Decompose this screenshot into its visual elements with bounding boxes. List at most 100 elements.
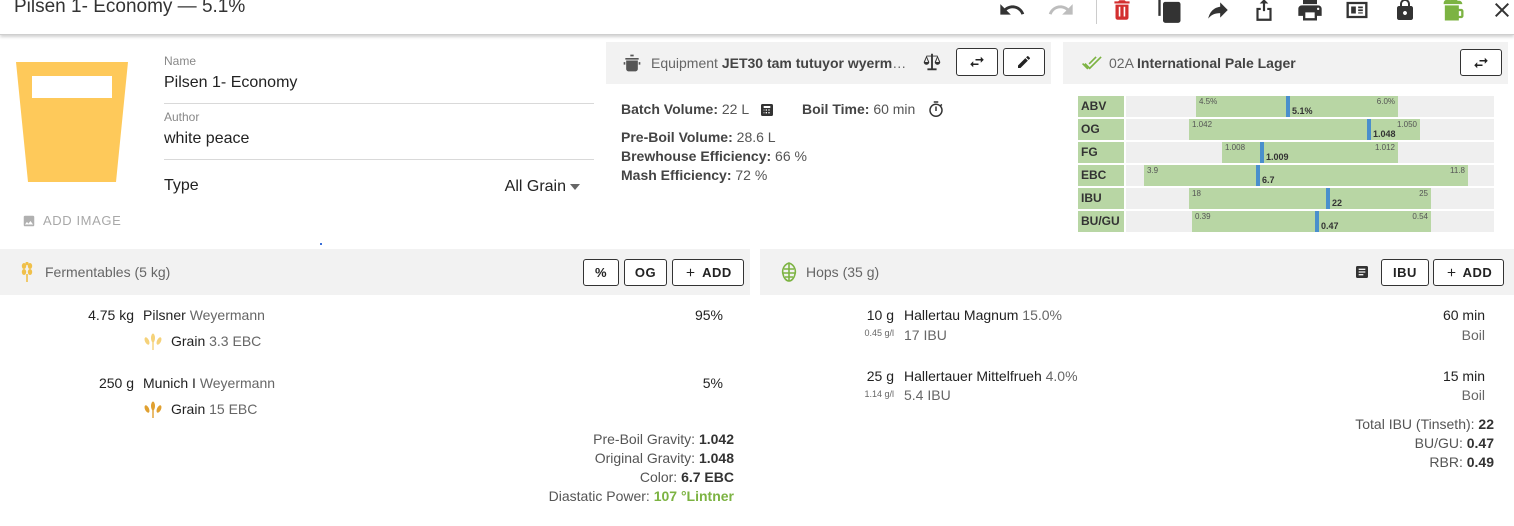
boil-time-value[interactable]: 60 min bbox=[873, 101, 915, 117]
style-stat-range bbox=[1222, 142, 1398, 163]
swap-style-button[interactable] bbox=[1460, 49, 1502, 76]
swap-icon bbox=[1474, 57, 1488, 68]
style-stat-row: OG 1.042 1.050 1.048 bbox=[1078, 119, 1494, 140]
hop-name[interactable]: Hallertauer Mittelfrueh 4.0% bbox=[904, 368, 1078, 384]
hop-time[interactable]: 60 min bbox=[1400, 307, 1485, 323]
style-stat-name: BU/GU bbox=[1078, 211, 1124, 232]
fermentable-amount[interactable]: 250 g bbox=[40, 375, 134, 391]
style-stat-max: 1.050 bbox=[1396, 120, 1417, 129]
pencil-icon bbox=[1018, 55, 1031, 68]
hop-ibu: 17 IBU bbox=[904, 327, 947, 343]
og-button[interactable]: OG bbox=[624, 259, 667, 286]
mash-efficiency-value[interactable]: 72 % bbox=[735, 167, 767, 183]
percent-button[interactable]: % bbox=[583, 259, 619, 286]
style-stat-name: FG bbox=[1078, 142, 1124, 163]
scale-icon[interactable] bbox=[920, 51, 944, 73]
pre-boil-gravity-value: 1.042 bbox=[698, 431, 734, 447]
edit-equipment-button[interactable] bbox=[1003, 48, 1045, 76]
hop-rate: 0.45 g/l bbox=[864, 328, 894, 338]
focus-dot bbox=[320, 243, 322, 245]
pre-boil-volume-label: Pre-Boil Volume: bbox=[621, 129, 733, 145]
share-icon[interactable] bbox=[1202, 0, 1234, 26]
brewhouse-efficiency-value[interactable]: 66 % bbox=[775, 148, 807, 164]
hop-alpha: 15.0% bbox=[1022, 307, 1062, 323]
add-fermentable-label: ADD bbox=[702, 265, 732, 280]
swap-equipment-button[interactable] bbox=[956, 48, 998, 76]
hop-amount[interactable]: 25 g bbox=[810, 368, 894, 384]
style-stat-row: ABV 4.5% 6.0% 5.1% bbox=[1078, 96, 1494, 117]
equipment-value: JET30 tam tutuyor wyermann bbox=[721, 55, 913, 71]
batch-volume: Batch Volume: 22 L bbox=[621, 101, 749, 117]
fermentable-amount[interactable]: 4.75 kg bbox=[40, 307, 134, 323]
style-stat-max: 11.8 bbox=[1450, 166, 1465, 175]
rbr-summary: RBR: 0.49 bbox=[1429, 454, 1494, 470]
fermentable-supplier: Weyermann bbox=[199, 375, 276, 391]
fermentable-name[interactable]: Pilsner Weyermann bbox=[143, 307, 265, 323]
style-stat-value: 6.7 bbox=[1262, 175, 1275, 185]
undo-icon[interactable] bbox=[996, 0, 1028, 26]
hop-name[interactable]: Hallertau Magnum 15.0% bbox=[904, 307, 1062, 323]
total-ibu-label: Total IBU (Tinseth): bbox=[1355, 416, 1475, 432]
chevron-down-icon[interactable] bbox=[570, 184, 580, 190]
image-icon bbox=[23, 215, 35, 226]
original-gravity-label: Original Gravity: bbox=[594, 450, 696, 466]
style-stat-max: 1.012 bbox=[1374, 143, 1395, 152]
style-stat-name: ABV bbox=[1078, 96, 1124, 117]
export-icon[interactable] bbox=[1248, 0, 1280, 26]
style-stat-min: 1.008 bbox=[1225, 143, 1246, 152]
fermentable-color: 15 EBC bbox=[209, 401, 258, 417]
notes-icon[interactable] bbox=[1341, 0, 1373, 26]
mash-efficiency-label: Mash Efficiency: bbox=[621, 167, 732, 183]
brewhouse-efficiency-label: Brewhouse Efficiency: bbox=[621, 148, 772, 164]
toolbar-divider bbox=[1096, 0, 1097, 24]
hop-amount[interactable]: 10 g bbox=[810, 307, 894, 323]
style-stat-row: BU/GU 0.39 0.54 0.47 bbox=[1078, 211, 1494, 232]
add-hop-button[interactable]: ADD bbox=[1433, 259, 1504, 286]
close-icon[interactable] bbox=[1486, 0, 1514, 26]
notes-icon[interactable] bbox=[1354, 264, 1370, 280]
redo-icon[interactable] bbox=[1045, 0, 1077, 26]
style-stat-marker bbox=[1315, 211, 1319, 232]
style-stat-range bbox=[1192, 211, 1431, 232]
color-value: 6.7 EBC bbox=[681, 469, 734, 485]
pre-boil-gravity-label: Pre-Boil Gravity: bbox=[593, 431, 696, 447]
brew-icon[interactable] bbox=[1437, 0, 1469, 26]
name-field[interactable]: Name Pilsen 1- Economy bbox=[164, 54, 594, 104]
add-image-button[interactable]: ADD IMAGE bbox=[22, 213, 121, 228]
diastatic-power-label: Diastatic Power: bbox=[548, 488, 650, 504]
boil-time: Boil Time: 60 min bbox=[802, 101, 915, 117]
double-check-icon bbox=[1082, 56, 1102, 70]
name-input[interactable]: Pilsen 1- Economy bbox=[164, 74, 594, 92]
fermentables-title: Fermentables (5 kg) bbox=[45, 264, 171, 280]
timer-icon[interactable] bbox=[927, 100, 945, 119]
fermentable-name[interactable]: Munich I Weyermann bbox=[143, 375, 275, 391]
plus-icon bbox=[686, 268, 695, 277]
print-icon[interactable] bbox=[1294, 0, 1326, 26]
style-stat-range bbox=[1189, 188, 1431, 209]
color-label: Color: bbox=[639, 469, 678, 485]
hop-name-text: Hallertau Magnum bbox=[904, 307, 1019, 323]
grain-icon bbox=[144, 401, 162, 418]
total-ibu: Total IBU (Tinseth): 22 bbox=[1355, 416, 1494, 432]
name-label: Name bbox=[164, 54, 197, 68]
batch-volume-value[interactable]: 22 L bbox=[722, 101, 749, 117]
hop-use[interactable]: Boil bbox=[1400, 327, 1485, 343]
calculator-icon[interactable] bbox=[759, 101, 775, 119]
delete-icon[interactable] bbox=[1106, 0, 1138, 26]
author-field[interactable]: Author white peace bbox=[164, 110, 594, 160]
diastatic-power-value: 107 °Lintner bbox=[653, 488, 734, 504]
ibu-button[interactable]: IBU bbox=[1381, 259, 1429, 286]
style-code: 02A bbox=[1109, 55, 1134, 71]
grain-icon bbox=[144, 333, 162, 350]
lock-icon[interactable] bbox=[1389, 0, 1421, 26]
author-input[interactable]: white peace bbox=[164, 130, 594, 148]
style-stat-row: FG 1.008 1.012 1.009 bbox=[1078, 142, 1494, 163]
hop-use[interactable]: Boil bbox=[1400, 387, 1485, 403]
copy-icon[interactable] bbox=[1154, 0, 1186, 26]
hop-time[interactable]: 15 min bbox=[1400, 368, 1485, 384]
add-fermentable-button[interactable]: ADD bbox=[672, 259, 744, 286]
hop-rate: 1.14 g/l bbox=[864, 389, 894, 399]
style-stat-track: 4.5% 6.0% 5.1% bbox=[1126, 96, 1494, 117]
hop-name-text: Hallertauer Mittelfrueh bbox=[904, 368, 1042, 384]
type-select[interactable]: All Grain bbox=[505, 178, 566, 196]
